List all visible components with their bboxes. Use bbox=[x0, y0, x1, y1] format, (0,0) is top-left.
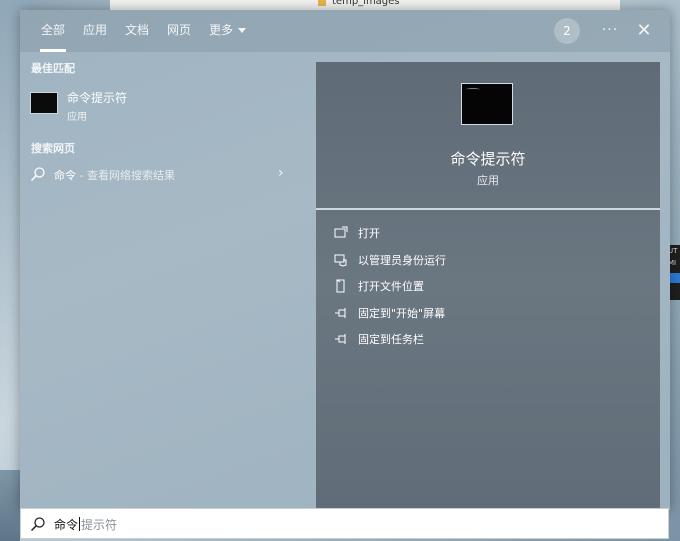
divider bbox=[316, 208, 660, 210]
close-icon[interactable]: ✕ bbox=[632, 18, 656, 44]
search-icon bbox=[30, 167, 45, 182]
command-prompt-icon bbox=[30, 92, 58, 114]
rewards-counter-badge[interactable]: 2 bbox=[554, 18, 580, 44]
folder-icon bbox=[318, 0, 326, 6]
search-icon bbox=[30, 517, 45, 532]
preview-title: 命令提示符 bbox=[450, 150, 526, 168]
pin-icon bbox=[335, 334, 346, 344]
run-as-admin-icon bbox=[334, 254, 347, 267]
tab-label: 应用 bbox=[83, 23, 108, 37]
web-search-result[interactable]: 命令 - 查看网络搜索结果 › bbox=[20, 162, 306, 186]
tab-label: 网页 bbox=[167, 23, 192, 37]
action-label: 以管理员身份运行 bbox=[358, 253, 446, 267]
best-match-title: 最佳匹配 bbox=[31, 62, 75, 75]
pin-icon bbox=[335, 307, 346, 318]
action-label: 固定到"开始"屏幕 bbox=[358, 306, 446, 320]
background-window-label: temp_images bbox=[332, 0, 400, 7]
file-location-icon bbox=[336, 279, 345, 293]
background-window: temp_images bbox=[110, 0, 620, 10]
action-open[interactable]: 打开 bbox=[316, 222, 660, 249]
tab-apps[interactable]: 应用 bbox=[74, 10, 116, 52]
tab-label: 文档 bbox=[125, 23, 150, 37]
result-command-prompt[interactable]: 命令提示符 应用 bbox=[20, 86, 306, 126]
search-text: 命令 提示符 bbox=[54, 517, 118, 532]
web-search-query: 命令 - 查看网络搜索结果 bbox=[54, 169, 175, 182]
web-search-title: 搜索网页 bbox=[31, 142, 75, 155]
preview-type: 应用 bbox=[477, 174, 499, 187]
action-label: 打开文件位置 bbox=[358, 280, 424, 293]
search-tabs: 全部 应用 文档 网页 更多 bbox=[32, 10, 255, 52]
chevron-right-icon[interactable]: › bbox=[278, 165, 284, 181]
action-pin-to-start[interactable]: 固定到"开始"屏幕 bbox=[316, 302, 660, 329]
action-run-as-admin[interactable]: 以管理员身份运行 bbox=[316, 249, 660, 276]
result-name: 命令提示符 bbox=[67, 91, 128, 105]
open-icon bbox=[334, 226, 348, 238]
tab-label: 更多 bbox=[209, 23, 234, 37]
results-list: 最佳匹配 命令提示符 应用 搜索网页 命令 - 查看网络搜索结果 › bbox=[20, 52, 306, 508]
tab-all[interactable]: 全部 bbox=[32, 10, 74, 52]
search-panel: 全部 应用 文档 网页 更多 2 ··· ✕ 最佳匹配 命令提示符 应用 搜索网… bbox=[20, 10, 670, 510]
action-list: 打开 以管理员身份运行 打开文件位置 固定到"开始"屏幕 固定到任务栏 bbox=[316, 222, 660, 355]
tab-label: 全部 bbox=[41, 23, 66, 37]
chevron-down-icon bbox=[238, 28, 247, 33]
tab-more[interactable]: 更多 bbox=[200, 10, 255, 52]
action-pin-to-taskbar[interactable]: 固定到任务栏 bbox=[316, 328, 660, 355]
search-header: 全部 应用 文档 网页 更多 2 ··· ✕ bbox=[20, 10, 670, 52]
command-prompt-large-icon bbox=[461, 83, 513, 125]
tab-web[interactable]: 网页 bbox=[158, 10, 200, 52]
action-open-file-location[interactable]: 打开文件位置 bbox=[316, 275, 660, 302]
action-label: 固定到任务栏 bbox=[358, 333, 424, 346]
result-type: 应用 bbox=[67, 112, 87, 123]
desktop-wallpaper bbox=[0, 470, 20, 541]
text-cursor bbox=[79, 517, 81, 531]
tab-documents[interactable]: 文档 bbox=[116, 10, 158, 52]
action-label: 打开 bbox=[358, 227, 380, 240]
preview-pane: 命令提示符 应用 打开 以管理员身份运行 打开文件位置 固定到"开始"屏幕 固定… bbox=[316, 62, 660, 508]
ellipsis-icon[interactable]: ··· bbox=[598, 18, 622, 44]
search-input[interactable]: 命令 提示符 bbox=[20, 508, 669, 539]
